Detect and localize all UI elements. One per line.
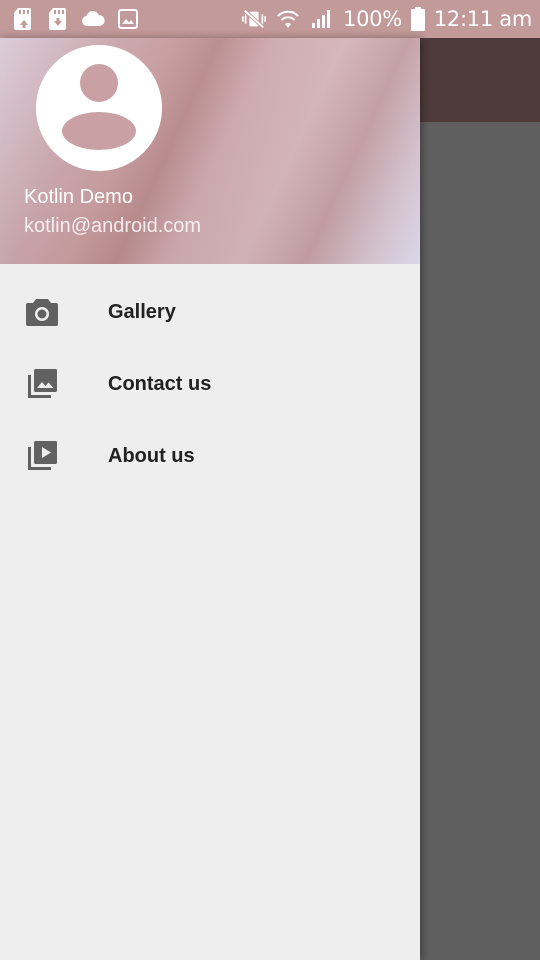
image-icon <box>115 7 141 31</box>
menu-item-contact-us[interactable]: Contact us <box>0 348 420 420</box>
vibrate-mute-icon <box>241 7 267 31</box>
cloud-icon <box>80 7 106 31</box>
menu-item-label: Gallery <box>108 300 176 323</box>
menu-item-about-us[interactable]: About us <box>0 420 420 492</box>
photo-library-icon <box>24 366 60 402</box>
account-circle-icon[interactable] <box>36 45 162 171</box>
drawer-menu: Gallery Contact us About us <box>0 276 420 492</box>
navigation-drawer: Kotlin Demo kotlin@android.com Gallery C… <box>0 38 420 960</box>
battery-icon <box>410 7 426 31</box>
status-bar: 100% 12:11 am <box>0 0 540 38</box>
menu-item-label: About us <box>108 444 195 467</box>
signal-icon <box>309 7 335 31</box>
video-library-icon <box>24 438 60 474</box>
sd-card-upload-icon <box>10 7 36 31</box>
menu-item-label: Contact us <box>108 372 212 395</box>
sd-card-sync-icon <box>45 7 71 31</box>
user-name: Kotlin Demo <box>24 186 133 208</box>
drawer-header: Kotlin Demo kotlin@android.com <box>0 38 420 264</box>
clock: 12:11 am <box>433 7 532 31</box>
wifi-icon <box>275 7 301 31</box>
menu-item-gallery[interactable]: Gallery <box>0 276 420 348</box>
system-status: 100% 12:11 am <box>241 7 532 31</box>
notification-icons <box>10 7 141 31</box>
camera-icon <box>24 294 60 330</box>
battery-percentage: 100% <box>343 7 402 31</box>
user-email: kotlin@android.com <box>24 215 202 237</box>
